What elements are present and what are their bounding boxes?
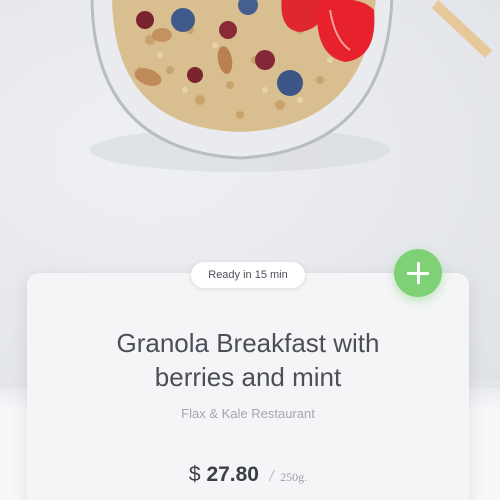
product-title-line-2: berries and mint [154,362,342,392]
product-title-line-1: Granola Breakfast with [116,328,380,358]
restaurant-name: Flax & Kale Restaurant [181,406,315,421]
ready-time-badge: Ready in 15 min [191,262,305,288]
price-row: $ 27.80 / 250g. [27,463,469,487]
product-detail-screen: Ready in 15 min Granola Breakfast with b… [0,0,500,500]
product-weight: 250g. [280,470,308,484]
price-currency: $ [188,463,207,486]
granola-bowl-image [90,0,492,172]
product-title: Granola Breakfast with berries and mint [27,326,469,394]
add-to-cart-button[interactable] [394,249,442,297]
price-separator: / [269,468,274,485]
price-amount: 27.80 [206,463,259,486]
